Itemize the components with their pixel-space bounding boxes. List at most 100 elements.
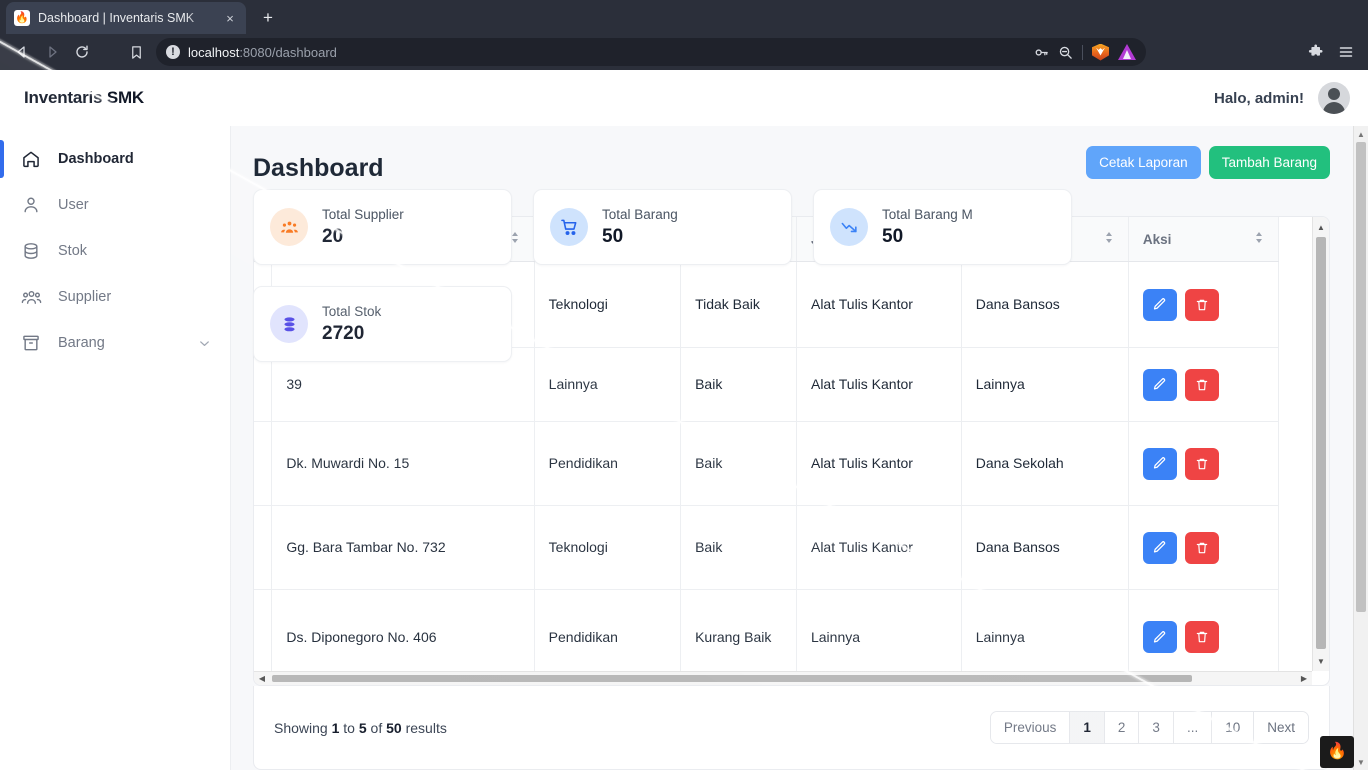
brave-shield-icon[interactable] xyxy=(1092,44,1109,61)
url-text: localhost:8080/dashboard xyxy=(188,45,337,60)
trash-icon[interactable] xyxy=(1185,448,1219,480)
shopping-cart-icon xyxy=(550,208,588,246)
reload-icon[interactable] xyxy=(68,39,96,65)
cell-kondisi: Baik xyxy=(681,422,797,506)
showing-from: 1 xyxy=(332,720,340,736)
pagination: Previous 1 2 3 ... 10 Next xyxy=(990,711,1309,744)
pagination-previous[interactable]: Previous xyxy=(991,712,1071,743)
new-tab-button[interactable]: + xyxy=(256,6,280,30)
avatar[interactable] xyxy=(1318,82,1350,114)
pagination-page-1[interactable]: 1 xyxy=(1070,712,1105,743)
zoom-out-icon[interactable] xyxy=(1058,45,1073,60)
sidebar-item-user[interactable]: User xyxy=(0,182,230,228)
cell-jenis: Lainnya xyxy=(796,590,961,672)
cell-deskripsi xyxy=(254,422,272,506)
pagination-page-10[interactable]: 10 xyxy=(1212,712,1254,743)
home-icon xyxy=(20,149,42,169)
box-icon xyxy=(20,333,42,353)
sidebar-item-dashboard[interactable]: Dashboard xyxy=(0,136,230,182)
table-row[interactable]: Rem Omnis rerum reiciendis sit aperiam. … xyxy=(254,590,1279,672)
stat-card-value: 20 xyxy=(322,226,404,248)
cell-deskripsi: Omnis rerum reiciendis sit aperiam. xyxy=(254,590,272,672)
scrollbar-thumb[interactable] xyxy=(272,675,1192,682)
cell-kategori: Teknologi xyxy=(534,506,680,590)
toolbar-divider xyxy=(1082,45,1083,60)
pagination-page-3[interactable]: 3 xyxy=(1139,712,1174,743)
cell-kondisi: Kurang Baik xyxy=(681,590,797,672)
close-icon[interactable]: × xyxy=(222,11,238,26)
table-horizontal-scrollbar[interactable]: ◀ ▶ xyxy=(254,671,1312,685)
users-group-icon xyxy=(270,208,308,246)
sidebar-item-stok[interactable]: Stok xyxy=(0,228,230,274)
url-path: :8080/dashboard xyxy=(239,45,337,60)
scroll-right-icon[interactable]: ▶ xyxy=(1297,672,1311,685)
edit-icon[interactable] xyxy=(1143,369,1177,401)
page-title: Dashboard xyxy=(253,154,384,183)
hamburger-menu-icon[interactable] xyxy=(1332,39,1360,65)
flame-favicon: 🔥 xyxy=(14,10,30,26)
page-actions: Cetak Laporan Tambah Barang xyxy=(1086,146,1330,179)
trash-icon[interactable] xyxy=(1185,369,1219,401)
stat-card-text: Total Barang 50 xyxy=(602,207,678,248)
brave-rewards-icon[interactable] xyxy=(1118,44,1136,60)
url-host: localhost xyxy=(188,45,239,60)
tambah-barang-button[interactable]: Tambah Barang xyxy=(1209,146,1330,179)
table-row[interactable]: a nisi enim ut vitae. Gg. Bara Tambar No… xyxy=(254,506,1279,590)
cell-kategori: Pendidikan xyxy=(534,590,680,672)
database-stack-icon xyxy=(270,305,308,343)
database-icon xyxy=(20,241,42,261)
sidebar-item-label: Supplier xyxy=(58,289,111,305)
sidebar-item-barang[interactable]: Barang xyxy=(0,320,230,366)
table-row[interactable]: Dk. Muwardi No. 15 Pendidikan Baik Alat … xyxy=(254,422,1279,506)
sidebar-item-label: Dashboard xyxy=(58,151,134,167)
cell-aksi xyxy=(1128,506,1278,590)
bookmark-icon[interactable] xyxy=(122,39,150,65)
scroll-down-icon[interactable]: ▼ xyxy=(1313,653,1329,669)
stat-card-total-barang: Total Barang 50 xyxy=(533,189,792,265)
cell-alamat: Dk. Muwardi No. 15 xyxy=(272,422,534,506)
greeting-text: Halo, admin! xyxy=(1214,90,1304,107)
page-scrollbar[interactable]: ▲ ▼ xyxy=(1353,126,1368,770)
address-bar[interactable]: ! localhost:8080/dashboard xyxy=(156,38,1146,66)
cell-sumber: Dana Bansos xyxy=(961,506,1128,590)
debugbar-flame-icon[interactable]: 🔥 xyxy=(1320,736,1354,768)
cell-alamat: Ds. Diponegoro No. 406 xyxy=(272,590,534,672)
showing-total: 50 xyxy=(386,720,402,736)
browser-toolbar: ! localhost:8080/dashboard xyxy=(0,34,1368,70)
trash-icon[interactable] xyxy=(1185,532,1219,564)
scroll-down-icon[interactable]: ▼ xyxy=(1354,755,1368,769)
cell-jenis: Alat Tulis Kantor xyxy=(796,422,961,506)
edit-icon[interactable] xyxy=(1143,532,1177,564)
puzzle-icon[interactable] xyxy=(1302,39,1330,65)
cell-jenis: Alat Tulis Kantor xyxy=(796,506,961,590)
pagination-page-2[interactable]: 2 xyxy=(1105,712,1140,743)
scroll-up-icon[interactable]: ▲ xyxy=(1354,127,1368,141)
stat-card-label: Total Barang xyxy=(602,207,678,222)
edit-icon[interactable] xyxy=(1143,448,1177,480)
cetak-laporan-button[interactable]: Cetak Laporan xyxy=(1086,146,1201,179)
scrollbar-thumb[interactable] xyxy=(1356,142,1366,612)
tab-title: Dashboard | Inventaris SMK xyxy=(38,11,214,25)
sidebar-item-supplier[interactable]: Supplier xyxy=(0,274,230,320)
stat-card-value: 50 xyxy=(882,226,973,248)
trend-down-icon xyxy=(830,208,868,246)
edit-icon[interactable] xyxy=(1143,621,1177,653)
forward-icon xyxy=(38,39,66,65)
key-icon[interactable] xyxy=(1034,45,1049,60)
browser-tab[interactable]: 🔥 Dashboard | Inventaris SMK × xyxy=(6,2,246,34)
users-group-icon xyxy=(20,287,42,308)
application: Inventaris SMK Halo, admin! Dashboard Us… xyxy=(0,70,1368,770)
pagination-ellipsis: ... xyxy=(1174,712,1212,743)
back-icon[interactable] xyxy=(8,39,36,65)
stat-card-text: Total Barang M 50 xyxy=(882,207,973,248)
chevron-down-icon[interactable] xyxy=(197,336,212,351)
scroll-left-icon[interactable]: ◀ xyxy=(255,672,269,685)
cell-aksi xyxy=(1128,590,1278,672)
stat-card-text: Total Supplier 20 xyxy=(322,207,404,248)
header-right: Halo, admin! xyxy=(1214,82,1350,114)
showing-results-text: Showing 1 to 5 of 50 results xyxy=(274,720,447,736)
trash-icon[interactable] xyxy=(1185,621,1219,653)
pagination-next[interactable]: Next xyxy=(1254,712,1308,743)
stat-card-text: Total Stok 2720 xyxy=(322,304,381,345)
omnibox-actions xyxy=(1034,44,1136,61)
